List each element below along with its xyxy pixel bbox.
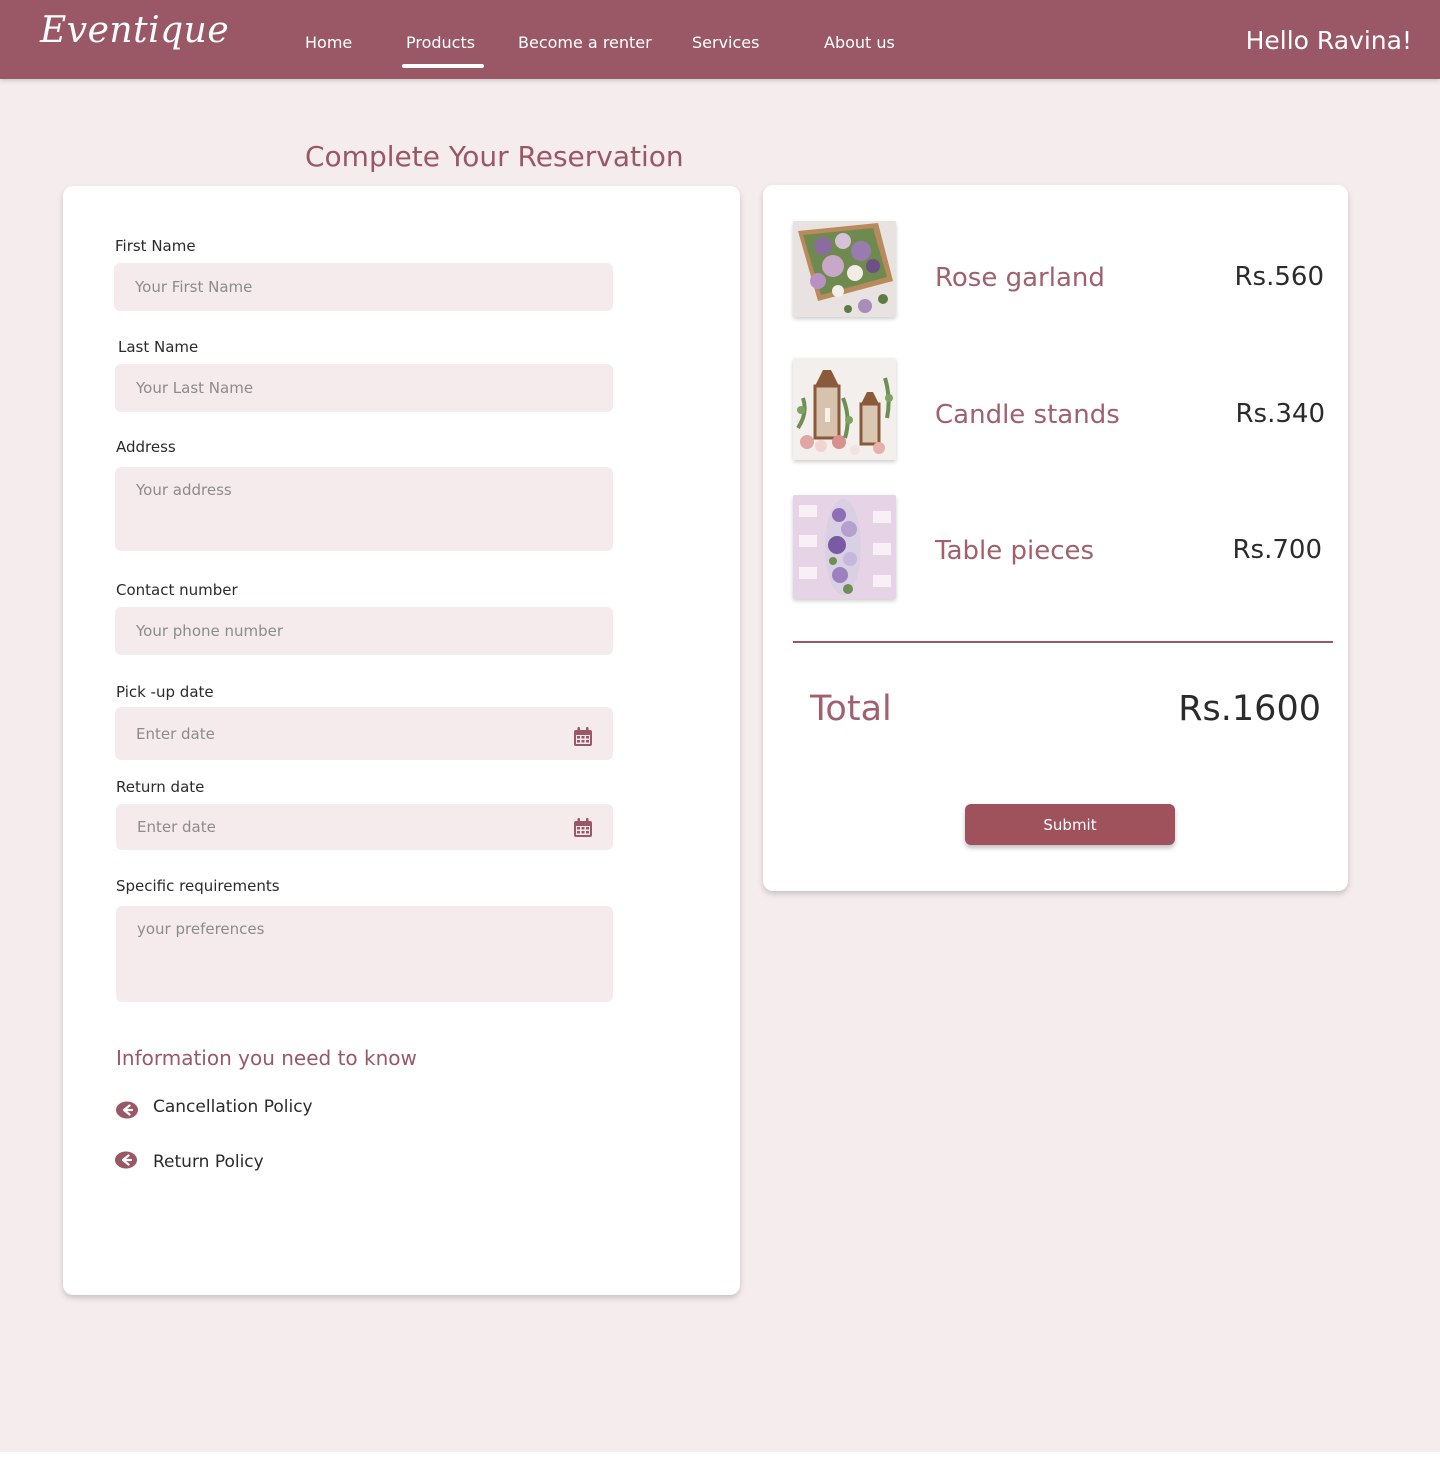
calendar-icon[interactable]	[574, 818, 592, 837]
order-summary-card: Rose garland Rs.560 Candle stands Rs.340	[763, 185, 1348, 891]
first-name-input[interactable]	[114, 263, 613, 311]
active-nav-indicator	[402, 64, 484, 68]
brand-logo[interactable]: Eventique	[40, 10, 229, 51]
return-date-input[interactable]	[116, 804, 613, 850]
first-name-label: First Name	[115, 237, 196, 255]
reservation-form-card: First Name Last Name Address Contact num…	[63, 186, 740, 1295]
nav-about-us[interactable]: About us	[824, 33, 895, 52]
candle-stands-photo	[793, 358, 896, 460]
contact-number-input[interactable]	[115, 607, 613, 655]
pickup-date-label: Pick -up date	[116, 683, 214, 701]
item-name: Table pieces	[935, 536, 1095, 566]
item-price: Rs.340	[1235, 399, 1325, 429]
nav-home[interactable]: Home	[305, 33, 352, 52]
item-price: Rs.700	[1232, 535, 1322, 565]
table-pieces-photo	[793, 495, 896, 599]
nav-products[interactable]: Products	[406, 33, 475, 52]
requirements-label: Specific requirements	[116, 877, 280, 895]
user-greeting: Hello Ravina!	[1245, 26, 1412, 55]
total-label: Total	[810, 689, 892, 729]
nav-become-a-renter[interactable]: Become a renter	[518, 33, 652, 52]
item-price: Rs.560	[1234, 262, 1324, 292]
page-title: Complete Your Reservation	[305, 140, 684, 173]
total-value: Rs.1600	[1178, 689, 1321, 729]
calendar-icon[interactable]	[574, 727, 592, 746]
nav-services[interactable]: Services	[692, 33, 759, 52]
info-section-title: Information you need to know	[116, 1046, 417, 1070]
requirements-input[interactable]	[116, 906, 613, 1002]
address-label: Address	[116, 438, 176, 456]
last-name-input[interactable]	[115, 364, 613, 412]
contact-number-label: Contact number	[116, 581, 238, 599]
submit-button[interactable]: Submit	[965, 804, 1175, 845]
item-name: Rose garland	[935, 263, 1105, 293]
address-input[interactable]	[115, 467, 613, 551]
return-date-label: Return date	[116, 778, 205, 796]
pickup-date-input[interactable]	[115, 707, 613, 760]
arrow-left-circle-icon	[116, 1101, 138, 1119]
top-navbar: Eventique Home Products Become a renter …	[0, 0, 1440, 79]
return-policy-label: Return Policy	[153, 1152, 264, 1172]
cancellation-policy-label: Cancellation Policy	[153, 1097, 313, 1117]
item-name: Candle stands	[935, 400, 1120, 430]
last-name-label: Last Name	[118, 338, 199, 356]
rose-garland-photo	[793, 221, 896, 317]
arrow-left-circle-icon	[115, 1151, 137, 1169]
summary-divider	[793, 641, 1333, 643]
